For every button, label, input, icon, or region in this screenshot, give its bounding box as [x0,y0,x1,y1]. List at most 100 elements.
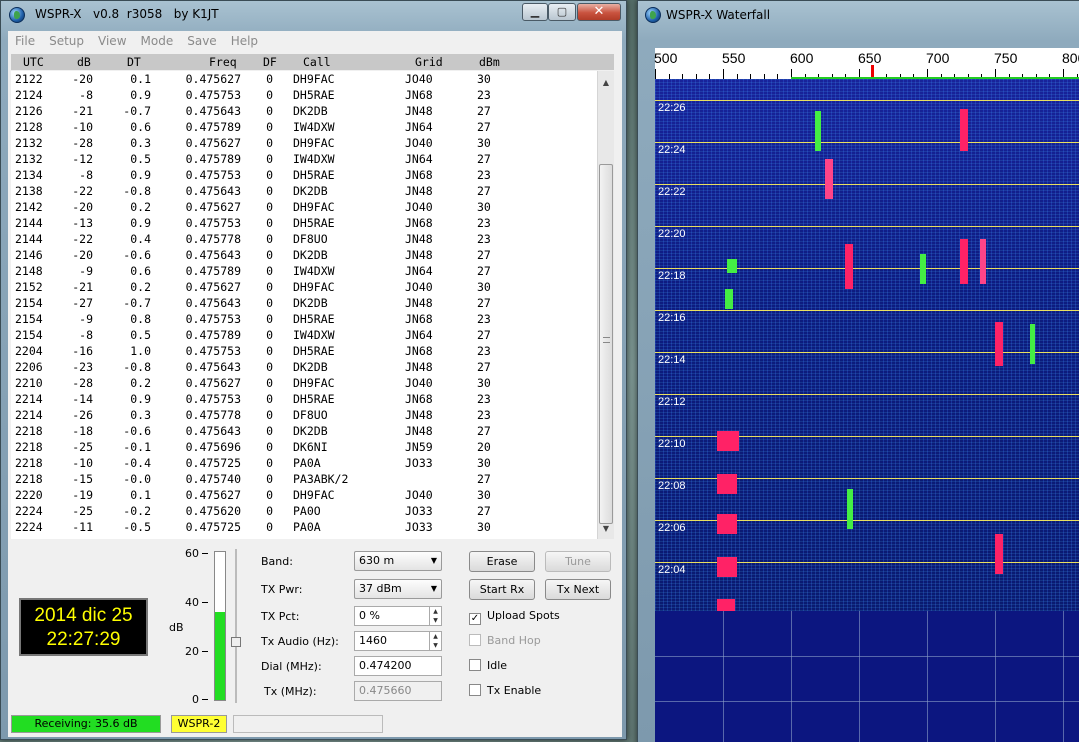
table-row[interactable]: 2154 -8 0.5 0.475789 0 IW4DXW JN64 27 [11,327,597,343]
cell-freq: 0.475778 [185,232,241,246]
table-row[interactable]: 2132 -12 0.5 0.475789 0 IW4DXW JN64 27 [11,151,597,167]
table-row[interactable]: 2152 -21 0.2 0.475627 0 DH9FAC JO40 30 [11,279,597,295]
idle-checkbox[interactable]: Idle [469,659,507,673]
menu-help[interactable]: Help [224,34,265,48]
start-rx-button[interactable]: Start Rx [469,579,535,600]
erase-button[interactable]: Erase [469,551,535,572]
upload-spots-checkbox[interactable]: ✓ Upload Spots [469,609,560,625]
waterfall-display[interactable]: 500550600650700750800 22:2622:2422:2222:… [654,48,1079,742]
table-row[interactable]: 2218 -10 -0.4 0.475725 0 PA0A JO33 30 [11,455,597,471]
cell-call: DK2DB [293,184,328,198]
table-row[interactable]: 2144 -22 0.4 0.475778 0 DF8UO JN48 23 [11,231,597,247]
table-row[interactable]: 2218 -18 -0.6 0.475643 0 DK2DB JN48 27 [11,423,597,439]
cell-freq: 0.475725 [185,520,241,534]
menu-file[interactable]: File [8,34,42,48]
cell-db: -20 [72,248,93,262]
cell-dt: 0.2 [130,200,151,214]
cell-utc: 2224 [15,504,43,518]
checkmark-icon[interactable]: ✓ [469,613,481,625]
table-row[interactable]: 2124 -8 0.9 0.475753 0 DH5RAE JN68 23 [11,87,597,103]
time-label: 22:26 [658,102,686,114]
cell-df: 0 [266,344,273,358]
table-row[interactable]: 2144 -13 0.9 0.475753 0 DH5RAE JN68 23 [11,215,597,231]
maximize-button[interactable]: ▢ [548,3,576,21]
col-df: DF [263,55,277,69]
cell-dbm: 27 [477,264,491,278]
table-row[interactable]: 2134 -8 0.9 0.475753 0 DH5RAE JN68 23 [11,167,597,183]
grid-line [655,656,1079,657]
cell-call: IW4DXW [293,120,335,134]
scroll-down-icon[interactable]: ▼ [598,521,614,537]
table-row[interactable]: 2148 -9 0.6 0.475789 0 IW4DXW JN64 27 [11,263,597,279]
waterfall-title-bar[interactable]: WSPR-X Waterfall [638,1,1079,29]
cell-df: 0 [266,216,273,230]
table-row[interactable]: 2218 -25 -0.1 0.475696 0 DK6NI JN59 20 [11,439,597,455]
table-row[interactable]: 2220 -19 0.1 0.475627 0 DH9FAC JO40 30 [11,487,597,503]
tune-button[interactable]: Tune [545,551,611,572]
txaudio-stepper[interactable]: ▲ ▼ [429,632,441,650]
cell-df: 0 [266,312,273,326]
close-button[interactable]: ✕ [577,3,621,21]
table-row[interactable]: 2210 -28 0.2 0.475627 0 DH9FAC JO40 30 [11,375,597,391]
table-row[interactable]: 2138 -22 -0.8 0.475643 0 DK2DB JN48 27 [11,183,597,199]
cell-call: DK2DB [293,360,328,374]
tx-next-button[interactable]: Tx Next [545,579,611,600]
cell-dbm: 27 [477,184,491,198]
table-row[interactable]: 2206 -23 -0.8 0.475643 0 DK2DB JN48 27 [11,359,597,375]
scroll-up-icon[interactable]: ▲ [598,75,614,91]
cell-call: DH5RAE [293,344,335,358]
spin-up-icon[interactable]: ▲ [430,607,441,616]
txpct-spinbox[interactable]: 0 % ▲ ▼ [354,606,442,626]
control-panel: 2014 dic 25 22:27:29 60 40 20 0 dB Band:… [9,541,619,713]
tx-enable-checkbox[interactable]: Tx Enable [469,684,541,698]
table-row[interactable]: 2154 -27 -0.7 0.475643 0 DK2DB JN48 27 [11,295,597,311]
decode-list[interactable]: 2122 -20 0.1 0.475627 0 DH9FAC JO40 30 2124 -8 0.9… [11,71,597,539]
table-row[interactable]: 2126 -21 -0.7 0.475643 0 DK2DB JN48 27 [11,103,597,119]
cell-df: 0 [266,184,273,198]
cell-df: 0 [266,472,273,486]
scroll-thumb[interactable] [599,164,613,524]
signal-trace [980,239,986,284]
txaudio-spinbox[interactable]: 1460 ▲ ▼ [354,631,442,651]
band-select[interactable]: 630 m [354,551,442,571]
table-row[interactable]: 2204 -16 1.0 0.475753 0 DH5RAE JN68 23 [11,343,597,359]
table-row[interactable]: 2224 -11 -0.5 0.475725 0 PA0A JO33 30 [11,519,597,535]
checkbox-icon[interactable] [469,684,481,696]
checkbox-icon[interactable] [469,634,481,646]
spin-down-icon[interactable]: ▼ [430,641,441,650]
menu-setup[interactable]: Setup [42,34,91,48]
menu-view[interactable]: View [91,34,133,48]
txmhz-field: 0.475660 [354,681,442,701]
band-hop-checkbox[interactable]: Band Hop [469,634,541,648]
table-row[interactable]: 2128 -10 0.6 0.475789 0 IW4DXW JN64 27 [11,119,597,135]
table-row[interactable]: 2214 -26 0.3 0.475778 0 DF8UO JN48 23 [11,407,597,423]
decode-list-scrollbar[interactable]: ▲ ▼ [597,71,614,539]
table-row[interactable]: 2122 -20 0.1 0.475627 0 DH9FAC JO40 30 [11,71,597,87]
menu-save[interactable]: Save [180,34,223,48]
menu-mode[interactable]: Mode [134,34,181,48]
dial-input[interactable]: 0.474200 [354,656,442,676]
cell-db: -13 [72,216,93,230]
extra-status [233,715,383,733]
table-row[interactable]: 2218 -15 -0.0 0.475740 0 PA3ABK/2 27 [11,471,597,487]
col-call: Call [303,55,331,69]
checkbox-icon[interactable] [469,659,481,671]
table-row[interactable]: 2132 -28 0.3 0.475627 0 DH9FAC JO40 30 [11,135,597,151]
upload-spots-label: Upload Spots [487,609,560,622]
slider-handle[interactable] [231,637,241,647]
table-row[interactable]: 2224 -25 -0.2 0.475620 0 PA0O JO33 27 [11,503,597,519]
band-hop-label: Band Hop [487,634,541,647]
minimize-button[interactable]: ▁ [522,3,548,21]
spin-up-icon[interactable]: ▲ [430,632,441,641]
txpct-stepper[interactable]: ▲ ▼ [429,607,441,625]
title-bar[interactable]: WSPR-X v0.8 r3058 by K1JT ▁ ▢ ✕ [1,1,626,29]
cell-freq: 0.475643 [185,424,241,438]
table-row[interactable]: 2214 -14 0.9 0.475753 0 DH5RAE JN68 23 [11,391,597,407]
table-row[interactable]: 2154 -9 0.8 0.475753 0 DH5RAE JN68 23 [11,311,597,327]
table-row[interactable]: 2146 -20 -0.6 0.475643 0 DK2DB JN48 27 [11,247,597,263]
cell-freq: 0.475627 [185,376,241,390]
txpwr-select[interactable]: 37 dBm [354,579,442,599]
table-row[interactable]: 2142 -20 0.2 0.475627 0 DH9FAC JO40 30 [11,199,597,215]
spin-down-icon[interactable]: ▼ [430,616,441,625]
rx-gain-slider[interactable] [231,549,241,703]
